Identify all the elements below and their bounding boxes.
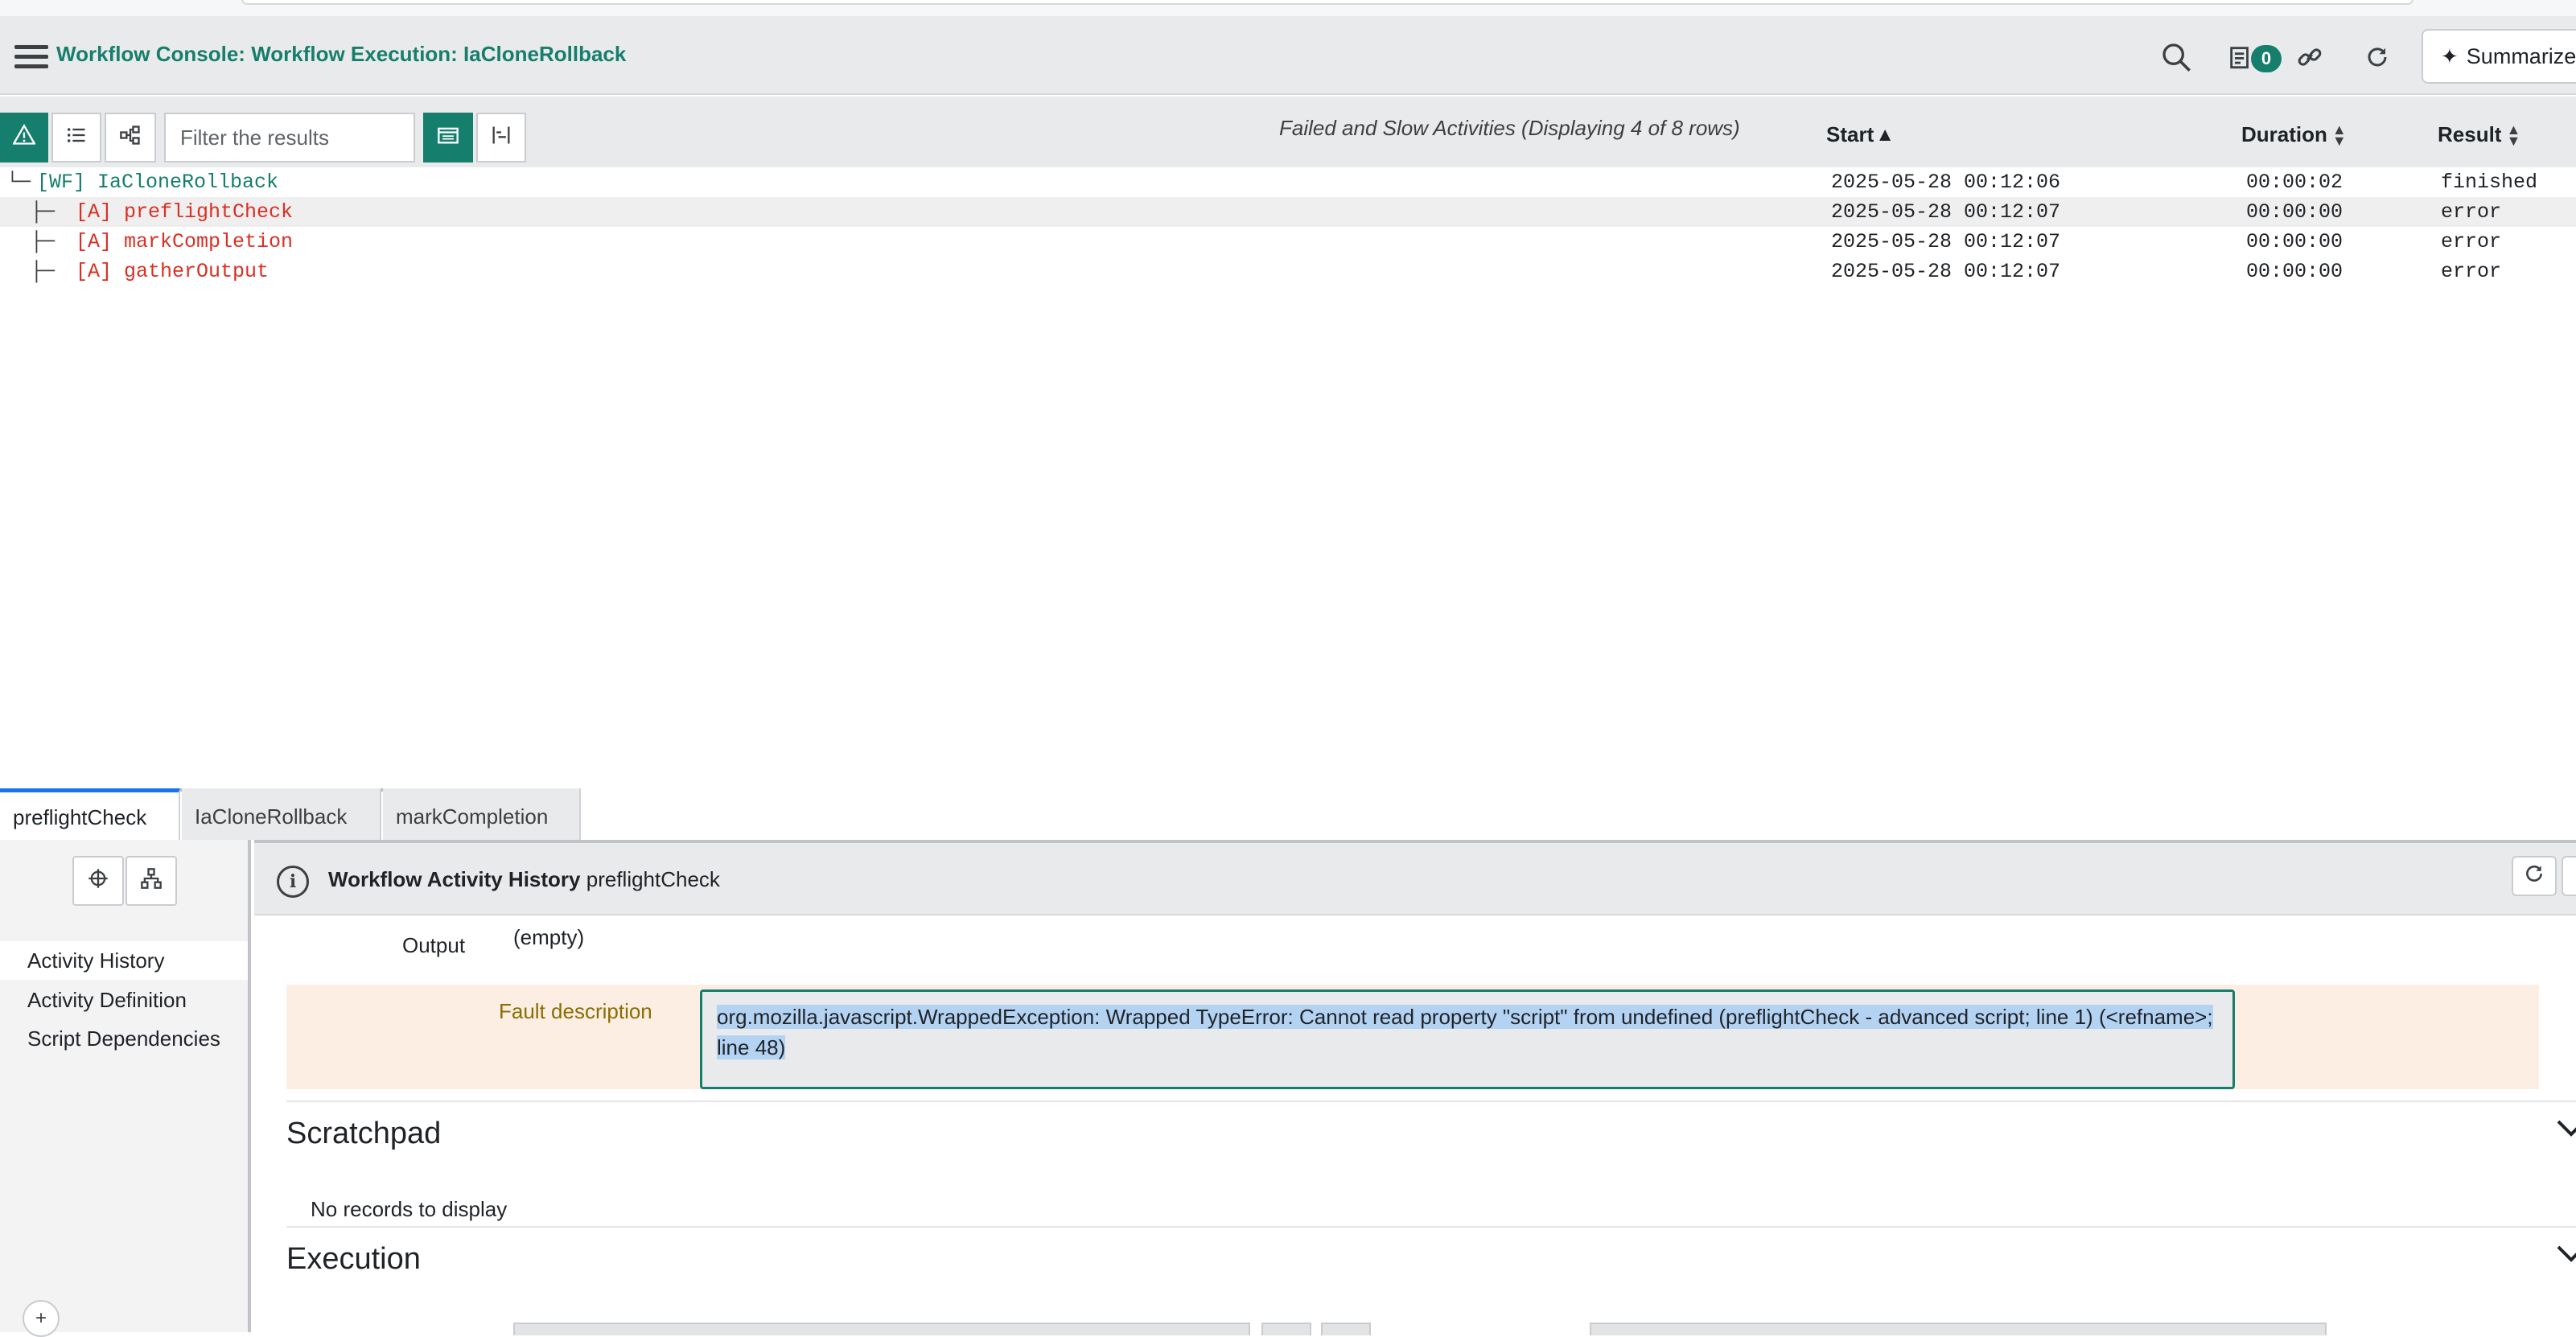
sort-ascending-icon: ▲ bbox=[1875, 123, 1895, 146]
refresh-icon bbox=[2524, 863, 2545, 890]
row-duration: 00:00:02 bbox=[2246, 171, 2344, 194]
row-result: error bbox=[2441, 260, 2502, 283]
table-row[interactable]: ├─ [A] preflightCheck 2025-05-28 00:12:0… bbox=[0, 197, 2576, 227]
scratchpad-section[interactable]: Scratchpad bbox=[286, 1100, 2576, 1150]
list-icon bbox=[65, 124, 88, 152]
results-toolbar: Failed and Slow Activities (Displaying 4… bbox=[0, 97, 2576, 167]
link-icon[interactable] bbox=[2290, 37, 2330, 77]
warning-icon bbox=[12, 123, 36, 152]
app-header: Workflow Console: Workflow Execution: Ia… bbox=[0, 16, 2576, 95]
hierarchy-icon bbox=[119, 124, 142, 152]
fault-row: Fault description org.mozilla.javascript… bbox=[286, 985, 2539, 1089]
column-result-label: Result bbox=[2438, 122, 2502, 146]
row-start: 2025-05-28 00:12:06 bbox=[1831, 171, 2061, 194]
detail-title-name: preflightCheck bbox=[586, 867, 720, 891]
table-row[interactable]: ├─ [A] gatherOutput 2025-05-28 00:12:07 … bbox=[0, 257, 2576, 286]
row-duration: 00:00:00 bbox=[2246, 230, 2344, 253]
nav-script-dependencies[interactable]: Script Dependencies bbox=[27, 1026, 220, 1051]
calendar-view-button[interactable] bbox=[423, 113, 473, 162]
tab-iaclonerollback[interactable]: IaCloneRollback bbox=[182, 788, 381, 840]
row-name[interactable]: [WF] IaCloneRollback bbox=[37, 171, 278, 194]
sort-icon: ▲ ▼ bbox=[2506, 121, 2521, 149]
execution-title: Execution bbox=[286, 1242, 421, 1276]
fault-description-text: org.mozilla.javascript.WrappedException:… bbox=[717, 1005, 2213, 1059]
column-result[interactable]: Result ▲ ▼ bbox=[2438, 121, 2521, 149]
row-duration: 00:00:00 bbox=[2246, 260, 2344, 283]
execution-button[interactable] bbox=[1261, 1323, 1311, 1335]
crosshair-icon bbox=[87, 867, 109, 895]
column-duration[interactable]: Duration ▲ ▼ bbox=[2241, 121, 2347, 149]
execution-button[interactable] bbox=[1321, 1323, 1371, 1335]
info-icon[interactable]: i bbox=[277, 866, 309, 898]
scratchpad-title: Scratchpad bbox=[286, 1117, 442, 1150]
results-caption: Failed and Slow Activities (Displaying 4… bbox=[1279, 116, 1740, 140]
column-start[interactable]: Start ▲ bbox=[1826, 122, 1895, 147]
no-records-message: No records to display bbox=[311, 1197, 508, 1221]
row-name[interactable]: [A] preflightCheck bbox=[76, 200, 293, 224]
table-row[interactable]: └─ [WF] IaCloneRollback 2025-05-28 00:12… bbox=[0, 167, 2576, 197]
tab-preflightcheck[interactable]: preflightCheck bbox=[0, 788, 180, 840]
locate-button[interactable] bbox=[72, 856, 124, 906]
execution-field[interactable] bbox=[513, 1323, 1250, 1335]
row-result: error bbox=[2441, 200, 2502, 224]
tree-connector: ├─ bbox=[6, 260, 56, 283]
detail-title-bold: Workflow Activity History bbox=[328, 867, 581, 891]
tab-markcompletion[interactable]: markCompletion bbox=[383, 788, 581, 840]
row-start: 2025-05-28 00:12:07 bbox=[1831, 260, 2061, 283]
search-icon[interactable] bbox=[2156, 37, 2196, 77]
row-duration: 00:00:00 bbox=[2246, 200, 2344, 224]
nav-activity-history[interactable]: Activity History bbox=[0, 941, 248, 980]
menu-icon[interactable] bbox=[14, 45, 48, 69]
page-title: Workflow Console: Workflow Execution: Ia… bbox=[56, 42, 627, 66]
column-start-label: Start bbox=[1826, 122, 1874, 146]
timeline-icon bbox=[490, 124, 512, 152]
failed-filter-button[interactable] bbox=[0, 113, 48, 162]
tree-connector: ├─ bbox=[6, 230, 56, 253]
row-start: 2025-05-28 00:12:07 bbox=[1831, 230, 2061, 253]
activity-detail-panel: i Workflow Activity History preflightChe… bbox=[254, 840, 2576, 1335]
row-name[interactable]: [A] markCompletion bbox=[76, 230, 293, 253]
filter-input[interactable] bbox=[164, 113, 415, 162]
left-navigation-panel: Activity History Activity Definition Scr… bbox=[0, 840, 251, 1337]
execution-field[interactable] bbox=[1590, 1323, 2327, 1335]
tree-connector: ├─ bbox=[6, 200, 56, 224]
timeline-view-button[interactable] bbox=[476, 113, 526, 162]
fault-label: Fault description bbox=[499, 999, 652, 1023]
hierarchy-view-button[interactable] bbox=[105, 113, 156, 162]
table-row[interactable]: ├─ [A] markCompletion 2025-05-28 00:12:0… bbox=[0, 227, 2576, 257]
calendar-icon bbox=[437, 125, 459, 150]
column-duration-label: Duration bbox=[2241, 122, 2327, 146]
output-label: Output bbox=[402, 933, 466, 957]
execution-section[interactable]: Execution bbox=[286, 1226, 2576, 1276]
refresh-icon[interactable] bbox=[2357, 37, 2397, 77]
address-bar-edge bbox=[241, 0, 2413, 5]
detail-extra-button[interactable] bbox=[2562, 856, 2576, 896]
chevron-down-icon[interactable] bbox=[2555, 1244, 2576, 1270]
row-name[interactable]: [A] gatherOutput bbox=[76, 260, 269, 283]
browser-top-strip bbox=[0, 0, 2576, 16]
add-icon[interactable]: + bbox=[23, 1300, 60, 1337]
detail-title: Workflow Activity History preflightCheck bbox=[328, 867, 720, 892]
sitemap-icon bbox=[140, 867, 163, 895]
output-value: (empty) bbox=[513, 925, 585, 949]
sparkle-icon: ✦ bbox=[2441, 43, 2459, 68]
summarize-button[interactable]: ✦ Summarize bbox=[2422, 29, 2576, 84]
chevron-down-icon[interactable] bbox=[2555, 1118, 2576, 1145]
row-result: finished bbox=[2441, 171, 2538, 194]
notification-count-badge: 0 bbox=[2251, 45, 2282, 72]
detail-header: i Workflow Activity History preflightChe… bbox=[254, 843, 2576, 915]
fault-description-field[interactable]: org.mozilla.javascript.WrappedException:… bbox=[700, 989, 2235, 1089]
structure-button[interactable] bbox=[126, 856, 177, 906]
list-view-button[interactable] bbox=[51, 113, 101, 162]
tree-connector: └─ bbox=[6, 171, 31, 194]
sort-icon: ▲ ▼ bbox=[2331, 121, 2347, 149]
row-result: error bbox=[2441, 230, 2502, 253]
summarize-label: Summarize bbox=[2466, 43, 2576, 68]
nav-activity-definition[interactable]: Activity Definition bbox=[27, 988, 187, 1013]
row-start: 2025-05-28 00:12:07 bbox=[1831, 200, 2061, 224]
detail-refresh-button[interactable] bbox=[2512, 856, 2557, 896]
